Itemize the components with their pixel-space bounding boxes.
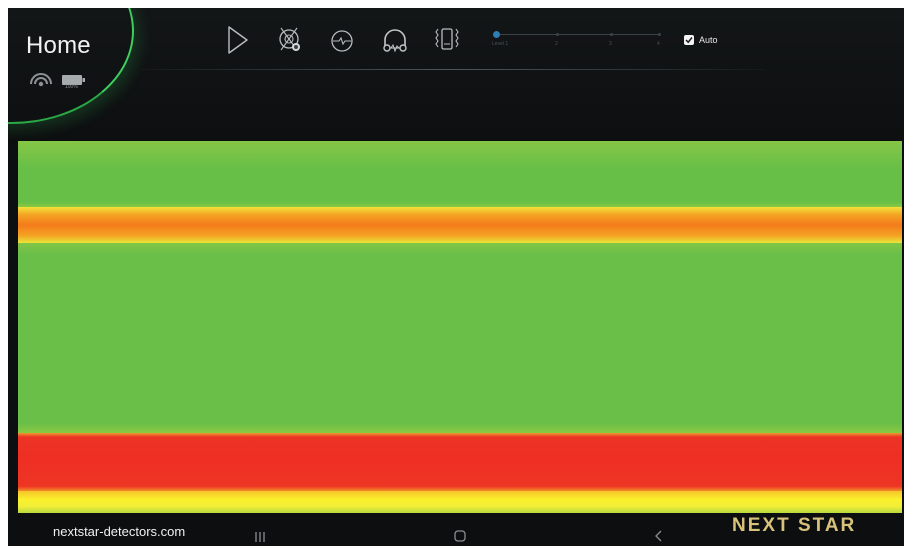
back-nav-button[interactable] [654, 529, 664, 546]
heatmap-band-orange [18, 207, 902, 243]
play-icon [228, 26, 248, 54]
slider-knob[interactable] [493, 31, 500, 38]
signal-wireless-icon [28, 68, 54, 93]
slider-tick [610, 33, 613, 36]
heatmap-band-green [18, 141, 902, 209]
auto-label: Auto [699, 35, 718, 45]
signal-button[interactable] [328, 24, 356, 61]
auto-checkbox[interactable]: Auto [684, 33, 718, 47]
headphones-button[interactable] [380, 24, 410, 61]
page-title[interactable]: Home [26, 32, 91, 60]
battery-percent: 100% [65, 84, 78, 90]
brand-logo: NEXT STAR [732, 515, 857, 536]
slider-selected-label: Level 1 [492, 41, 509, 47]
recent-apps-icon [255, 532, 265, 542]
slider-tick-label: 2 [555, 41, 558, 47]
home-ring-decoration [8, 8, 134, 124]
vibration-button[interactable] [432, 24, 462, 61]
toolbar-divider [140, 69, 765, 70]
heatmap-band-red [18, 433, 902, 491]
headphones-icon [383, 29, 407, 53]
recent-apps-button[interactable] [254, 529, 266, 546]
sensitivity-slider[interactable]: Level 1 2 3 4 [492, 28, 662, 48]
header: Home 100% Level 1 2 3 4 Auto [8, 8, 904, 140]
bottom-bar: nextstar-detectors.com NEXT STAR [8, 513, 904, 546]
ground-balance-icon [279, 27, 300, 51]
slider-tick [658, 33, 661, 36]
home-nav-button[interactable] [454, 529, 466, 546]
slider-tick [556, 33, 559, 36]
heatmap-band-green [18, 243, 902, 433]
home-icon [454, 530, 466, 542]
checkbox-checked-icon[interactable] [684, 35, 694, 45]
slider-track [496, 34, 658, 35]
slider-tick-label: 3 [609, 41, 612, 47]
app-screen: Home 100% Level 1 2 3 4 Auto nextstar-de… [8, 8, 904, 546]
vibration-phone-icon [435, 28, 459, 50]
signal-line-icon [331, 30, 353, 52]
play-button[interactable] [226, 24, 250, 61]
ground-balance-button[interactable] [276, 24, 304, 61]
website-watermark: nextstar-detectors.com [53, 524, 186, 539]
heatmap-band-yellow [18, 491, 902, 513]
slider-tick-label: 4 [657, 41, 660, 47]
signal-heatmap [18, 141, 902, 513]
back-icon [655, 530, 662, 542]
